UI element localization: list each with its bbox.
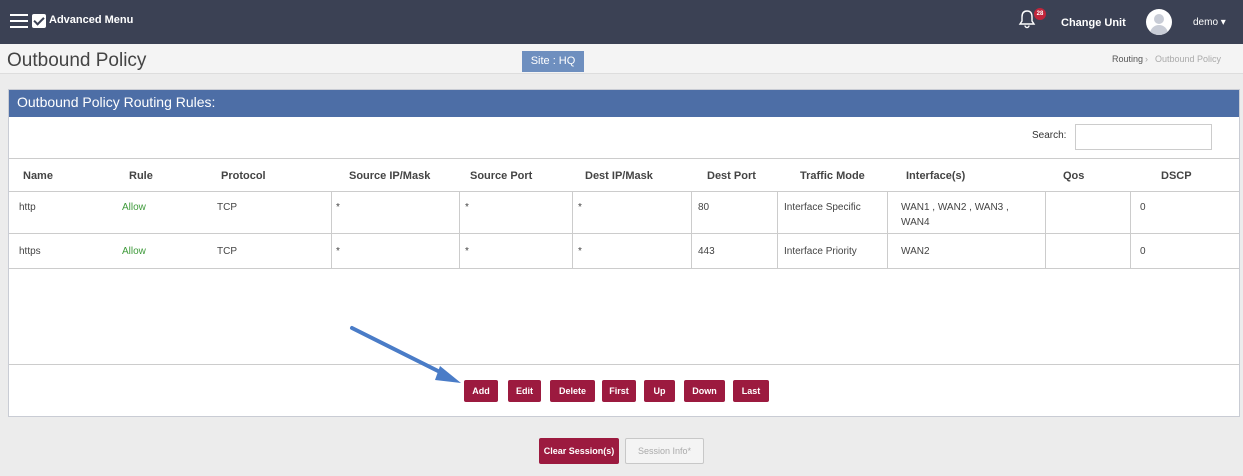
session-info-button[interactable]: Session Info* xyxy=(625,438,704,464)
column-separator xyxy=(572,191,573,268)
up-button[interactable]: Up xyxy=(644,380,675,402)
column-header-dest-ip[interactable]: Dest IP/Mask xyxy=(585,170,653,182)
advanced-menu-checkbox[interactable] xyxy=(32,14,46,28)
breadcrumb-current: Outbound Policy xyxy=(1155,54,1222,64)
table-header-border xyxy=(9,158,1239,159)
search-label: Search: xyxy=(1032,130,1067,141)
column-separator xyxy=(691,191,692,268)
user-menu-dropdown[interactable]: demo ▾ xyxy=(1193,17,1226,28)
column-separator xyxy=(1130,191,1131,268)
hamburger-menu-icon[interactable] xyxy=(10,14,28,28)
search-input[interactable] xyxy=(1075,124,1212,150)
cell-interfaces: WAN2 xyxy=(901,246,930,257)
cell-protocol: TCP xyxy=(217,202,237,213)
column-separator xyxy=(777,191,778,268)
column-separator xyxy=(887,191,888,268)
column-header-source-ip[interactable]: Source IP/Mask xyxy=(349,170,430,182)
column-header-source-port[interactable]: Source Port xyxy=(470,170,532,182)
page-header xyxy=(0,44,1243,74)
table-header-divider xyxy=(9,191,1239,192)
cell-dest-ip: * xyxy=(578,246,582,257)
cell-source-ip: * xyxy=(336,246,340,257)
change-unit-link[interactable]: Change Unit xyxy=(1061,17,1126,29)
breadcrumb-routing[interactable]: Routing xyxy=(1112,54,1143,64)
delete-button[interactable]: Delete xyxy=(550,380,595,402)
annotation-arrow xyxy=(350,326,461,383)
routing-rules-panel: Outbound Policy Routing Rules: Search: N… xyxy=(8,89,1240,417)
column-header-interfaces[interactable]: Interface(s) xyxy=(906,170,965,182)
column-separator xyxy=(459,191,460,268)
last-button[interactable]: Last xyxy=(733,380,769,402)
cell-interfaces: WAN1 , WAN2 , WAN3 , xyxy=(901,202,1009,213)
notification-count-badge[interactable]: 28 xyxy=(1034,8,1046,20)
column-header-dscp[interactable]: DSCP xyxy=(1161,170,1192,182)
cell-dest-port: 443 xyxy=(698,246,715,257)
cell-dscp: 0 xyxy=(1140,202,1146,213)
row-divider xyxy=(9,268,1239,269)
edit-button[interactable]: Edit xyxy=(508,380,541,402)
first-button[interactable]: First xyxy=(602,380,636,402)
cell-traffic-mode: Interface Specific xyxy=(784,202,861,213)
cell-dest-port: 80 xyxy=(698,202,710,213)
breadcrumb-separator: › xyxy=(1145,54,1148,64)
panel-title: Outbound Policy Routing Rules: xyxy=(17,94,216,110)
down-button[interactable]: Down xyxy=(684,380,725,402)
cell-name: http xyxy=(19,202,36,213)
cell-name: https xyxy=(19,246,41,257)
page-title: Outbound Policy xyxy=(7,50,147,71)
advanced-menu-label[interactable]: Advanced Menu xyxy=(49,14,133,26)
top-navigation-bar xyxy=(0,0,1243,44)
cell-dest-ip: * xyxy=(578,202,582,213)
column-header-name[interactable]: Name xyxy=(23,170,53,182)
row-divider xyxy=(9,233,1239,234)
cell-rule: Allow xyxy=(122,202,146,213)
column-separator xyxy=(1045,191,1046,268)
cell-traffic-mode: Interface Priority xyxy=(784,246,857,257)
cell-source-ip: * xyxy=(336,202,340,213)
cell-rule: Allow xyxy=(122,246,146,257)
column-header-traffic-mode[interactable]: Traffic Mode xyxy=(800,170,865,182)
cell-source-port: * xyxy=(465,246,469,257)
panel-header: Outbound Policy Routing Rules: xyxy=(9,90,1239,117)
user-avatar-icon[interactable] xyxy=(1146,9,1172,35)
table-footer-divider xyxy=(9,364,1239,365)
column-header-rule[interactable]: Rule xyxy=(129,170,153,182)
site-selector[interactable]: Site : HQ xyxy=(522,51,584,72)
column-header-dest-port[interactable]: Dest Port xyxy=(707,170,756,182)
cell-source-port: * xyxy=(465,202,469,213)
column-header-protocol[interactable]: Protocol xyxy=(221,170,266,182)
cell-interfaces-continued: WAN4 xyxy=(901,217,930,228)
column-header-qos[interactable]: Qos xyxy=(1063,170,1084,182)
cell-dscp: 0 xyxy=(1140,246,1146,257)
cell-protocol: TCP xyxy=(217,246,237,257)
clear-sessions-button[interactable]: Clear Session(s) xyxy=(539,438,619,464)
column-separator xyxy=(331,191,332,268)
